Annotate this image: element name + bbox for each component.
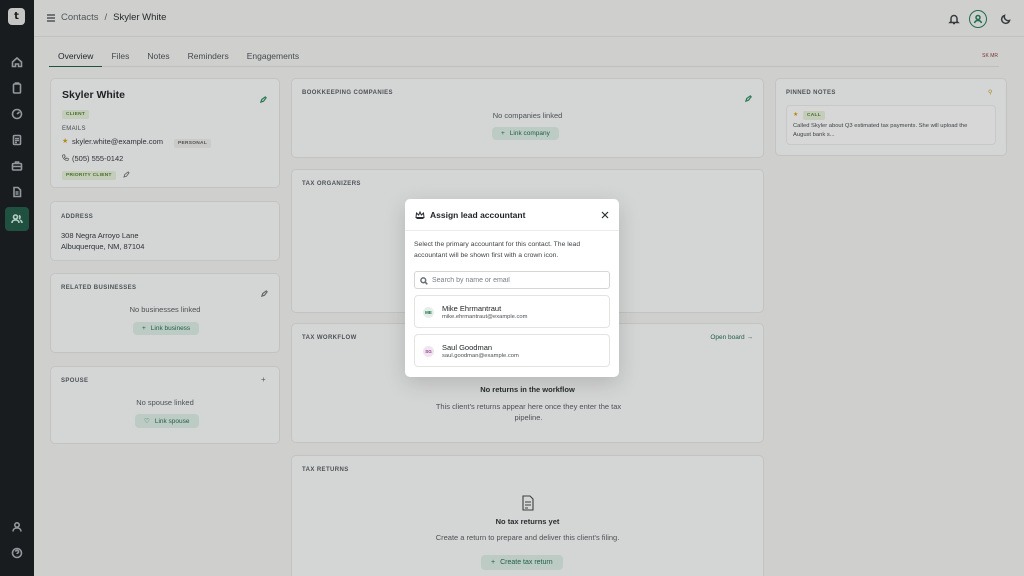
accountant-option-mike[interactable]: ME Mike Ehrmantraut mike.ehrmantraut@exa…: [414, 295, 610, 328]
modal-title: Assign lead accountant: [430, 210, 526, 220]
accountant-email: mike.ehrmantraut@example.com: [442, 314, 528, 320]
avatar: ME: [423, 307, 434, 318]
assign-lead-accountant-modal: Assign lead accountant Select the primar…: [405, 199, 619, 377]
accountant-search-field[interactable]: [414, 271, 610, 289]
accountant-option-saul[interactable]: SG Saul Goodman saul.goodman@example.com: [414, 334, 610, 367]
accountant-email: saul.goodman@example.com: [442, 353, 519, 359]
modal-description: Select the primary accountant for this c…: [414, 241, 581, 259]
accountant-search-input[interactable]: [432, 274, 602, 287]
close-icon[interactable]: [600, 210, 610, 220]
search-icon: [420, 277, 428, 285]
accountant-name: Mike Ehrmantraut: [442, 304, 502, 313]
modal-header: Assign lead accountant: [405, 199, 619, 231]
accountant-name: Saul Goodman: [442, 343, 493, 352]
crown-icon: [415, 210, 425, 219]
avatar: SG: [423, 346, 434, 357]
